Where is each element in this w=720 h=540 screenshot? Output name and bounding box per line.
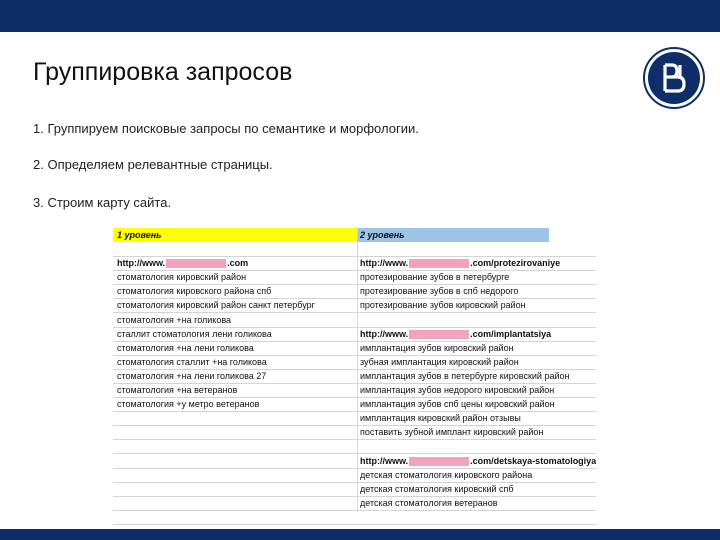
step-3: 3. Строим карту сайта. (33, 195, 172, 210)
table-row: стоматология +на лени голикова 27 имплант… (113, 369, 596, 384)
url-prefix: http://www. (360, 328, 409, 339)
url-cell: http://www. .com (117, 256, 353, 270)
query-cell (117, 510, 353, 524)
url-cell: http://www. .com/detskaya-stomatologiya (360, 454, 596, 468)
table-row: детская стоматология кировского района (113, 468, 596, 483)
query-cell (117, 468, 353, 482)
query-cell: стоматология +на лени голикова 27 (117, 370, 267, 381)
query-cell: стоматология сталлит +на голикова (117, 356, 267, 367)
query-cell: детская стоматология кировского района (360, 469, 533, 480)
table-row: стоматология +на лени голикова имплантаци… (113, 341, 596, 356)
redacted-domain-mask (409, 456, 470, 466)
step-1: 1. Группируем поисковые запросы по семан… (33, 121, 419, 136)
query-cell (117, 439, 353, 453)
table-row: стоматология сталлит +на голикова зубная … (113, 355, 596, 370)
url-suffix: .com/implantatsiya (470, 328, 552, 339)
table-row: стоматология кировского района спб протез… (113, 284, 596, 300)
query-cell: поставить зубной имплант кировский район (360, 427, 544, 438)
table-row: стоматология кировский район санкт петер… (113, 298, 596, 314)
query-cell (117, 454, 353, 468)
table-row: имплантация кировский район отзывы (113, 411, 596, 427)
query-cell (360, 313, 596, 327)
table-row: стоматология кировский район протезирован… (113, 270, 596, 286)
table-row: детская стоматология кировский спб (113, 482, 596, 497)
redacted-domain-mask (409, 329, 470, 339)
query-cell: стоматология +на голикова (117, 314, 232, 325)
table-row: http://www. .com/detskaya-stomatologiya (113, 454, 596, 469)
query-cell: сталлит стоматология лени голикова (117, 328, 272, 339)
redacted-domain-mask (409, 259, 470, 269)
url-prefix: http://www. (360, 258, 409, 269)
query-cell (360, 510, 596, 524)
query-cell: имплантация зубов в петербурге кировский… (360, 370, 570, 381)
table-row (113, 510, 596, 525)
url-prefix: http://www. (117, 258, 166, 269)
table-row: стоматология +у метро ветеранов имплантац… (113, 397, 596, 413)
table-row: стоматология +на голикова (113, 313, 596, 328)
table-row: поставить зубной имплант кировский район (113, 425, 596, 441)
query-cell (117, 496, 353, 510)
query-cell: протезирование зубов кировский район (360, 300, 526, 311)
query-cell: стоматология кировский район санкт петер… (117, 300, 315, 311)
query-cell: стоматология кировский район (117, 272, 247, 283)
table-row: http://www. .com http://www. .com/proteziro… (113, 256, 596, 272)
header-level-1-label: 1 уровень (117, 230, 162, 240)
header-level-2-label: 2 уровень (360, 230, 405, 240)
top-bar (0, 0, 720, 32)
url-cell: http://www. .com/protezirovaniye (360, 256, 596, 270)
query-cell (360, 242, 596, 256)
query-cell: имплантация зубов недорого кировский рай… (360, 385, 555, 395)
bottom-bar (0, 529, 720, 540)
table-row (113, 439, 596, 455)
table-row (113, 242, 596, 257)
header-level-2: 2 уровень (357, 228, 549, 242)
query-cell: детская стоматология ветеранов (360, 497, 498, 508)
query-cell: детская стоматология кировский спб (360, 483, 514, 494)
query-cell: зубная имплантация кировский район (360, 356, 519, 367)
header-level-1: 1 уровень (113, 228, 357, 242)
query-cell: стоматология +у метро ветеранов (117, 399, 260, 410)
redacted-domain-mask (166, 259, 227, 269)
url-suffix: .com/protezirovaniye (470, 258, 561, 269)
query-cell: имплантация зубов спб цены кировский рай… (360, 399, 555, 410)
query-cell (117, 242, 353, 256)
query-cell: имплантация кировский район отзывы (360, 413, 521, 424)
query-cell (360, 439, 596, 453)
query-cell (117, 482, 353, 496)
table-row: стоматология +на ветеранов имплантация зу… (113, 383, 596, 398)
url-suffix: .com/detskaya-stomatologiya (470, 455, 596, 466)
slide-title: Группировка запросов (33, 58, 293, 86)
table-row: детская стоматология ветеранов (113, 496, 596, 511)
url-prefix: http://www. (360, 455, 409, 466)
url-cell: http://www. .com/implantatsiya (360, 327, 596, 341)
url-suffix: .com (227, 258, 249, 269)
query-cell (117, 425, 353, 439)
query-cell: протезирование зубов в спб недорого (360, 286, 519, 297)
table-row: сталлит стоматология лени голикова http:/… (113, 327, 596, 342)
query-cell: протезирование зубов в петербурге (360, 272, 510, 283)
query-cell (117, 411, 353, 425)
step-2: 2. Определяем релевантные страницы. (33, 157, 273, 172)
hse-logo-icon (643, 47, 705, 109)
query-cell: стоматология кировского района спб (117, 286, 272, 297)
query-cell: имплантация зубов кировский район (360, 342, 514, 353)
query-cell: стоматология +на ветеранов (117, 385, 238, 395)
query-cell: стоматология +на лени голикова (117, 342, 254, 353)
keyword-spreadsheet: 1 уровень 2 уровень http://www. .com http:… (113, 228, 596, 525)
